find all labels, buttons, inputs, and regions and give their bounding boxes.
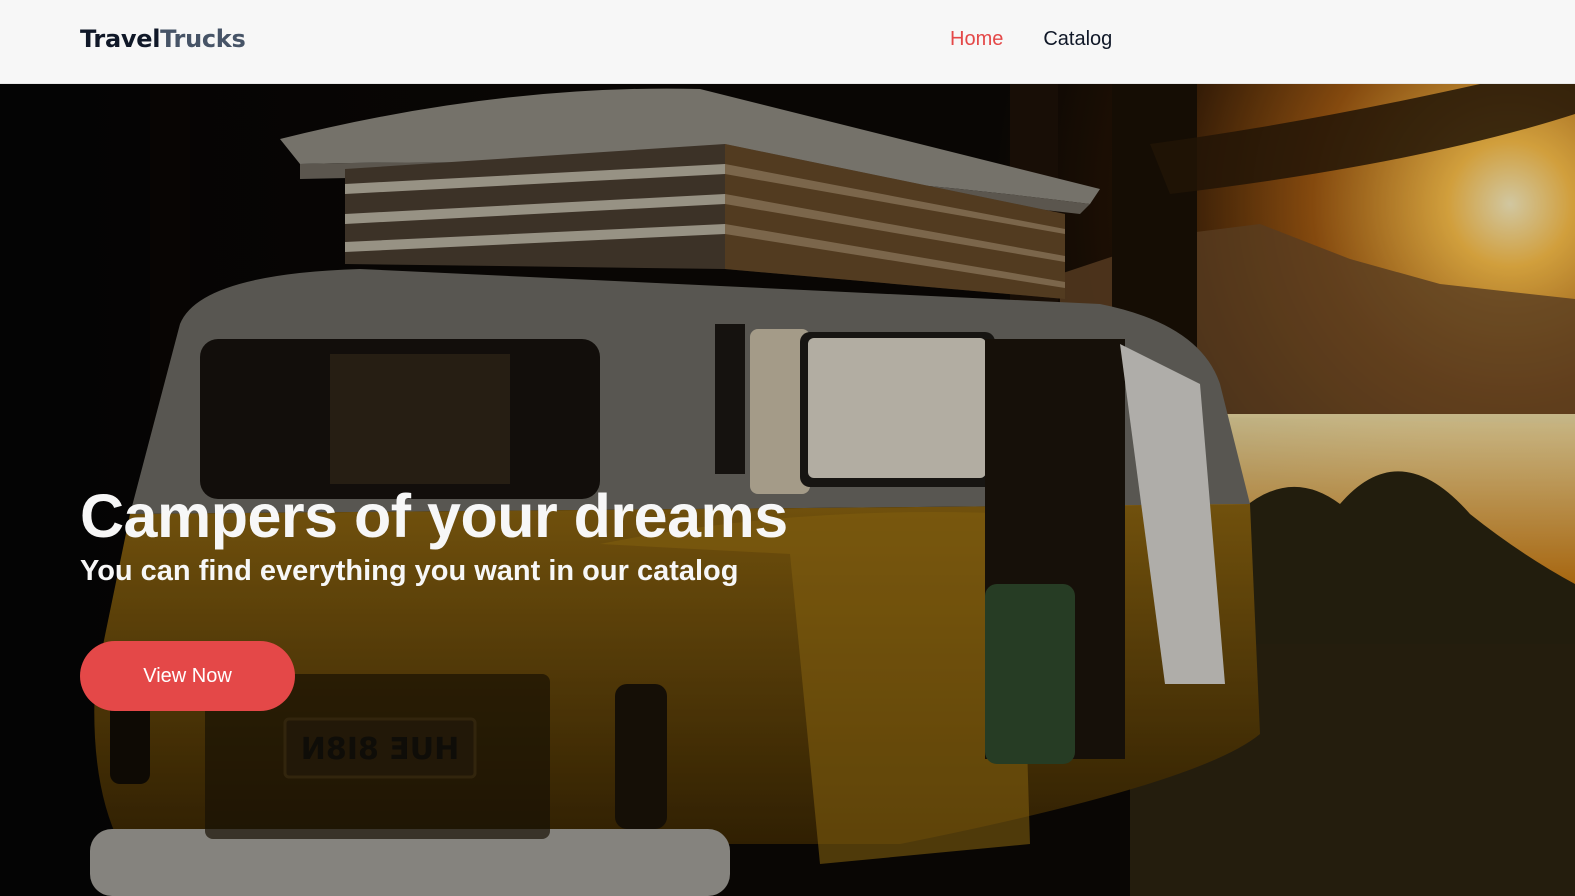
- nav-link-catalog[interactable]: Catalog: [1043, 27, 1112, 51]
- hero-subtitle: You can find everything you want in our …: [80, 555, 739, 587]
- nav-link-home[interactable]: Home: [950, 27, 1003, 51]
- hero-section: HUE 8I8N Campers of your dreams You can …: [0, 84, 1575, 896]
- view-now-button[interactable]: View Now: [80, 641, 295, 711]
- site-header: Travel Trucks Home Catalog: [0, 0, 1575, 84]
- main-nav: Home Catalog: [950, 27, 1112, 51]
- hero-title: Campers of your dreams: [80, 482, 788, 550]
- logo-part-trucks: Trucks: [160, 25, 246, 53]
- logo-part-travel: Travel: [80, 25, 161, 53]
- brand-logo[interactable]: Travel Trucks: [80, 24, 246, 54]
